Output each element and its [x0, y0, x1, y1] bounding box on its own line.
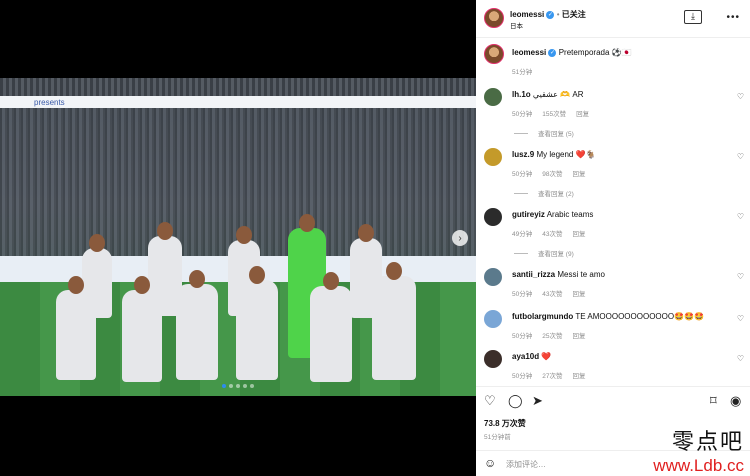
- view-replies-button[interactable]: 查看回复 (5): [538, 128, 574, 138]
- verified-icon: ✓: [548, 48, 557, 57]
- like-comment-icon[interactable]: ♡: [737, 92, 744, 101]
- comment-time: 50分钟: [512, 333, 533, 340]
- banner-text: presents: [34, 97, 65, 107]
- like-count[interactable]: 73.8 万次赞: [484, 418, 526, 429]
- carousel-indicator: [0, 384, 476, 388]
- verified-icon: ✓: [546, 10, 555, 19]
- commenter-avatar[interactable]: [484, 148, 502, 166]
- comment-likes[interactable]: 43次赞: [542, 231, 562, 238]
- caption-author[interactable]: leomessi: [512, 48, 546, 57]
- carousel-dot: [243, 384, 247, 388]
- more-options-icon[interactable]: •••: [726, 12, 740, 23]
- like-comment-icon[interactable]: ♡: [737, 354, 744, 363]
- commenter-avatar[interactable]: [484, 88, 502, 106]
- comment-username[interactable]: aya10d: [512, 352, 539, 361]
- stadium-crowd: [0, 78, 476, 96]
- comment-likes[interactable]: 43次赞: [542, 291, 562, 298]
- player: [310, 272, 352, 382]
- comment-text: Arabic teams: [546, 210, 594, 219]
- player: [176, 270, 218, 380]
- post-header: leomessi ✓ • 已关注 日本 ⤓ •••: [476, 0, 750, 38]
- view-replies-button[interactable]: 查看回复 (2): [538, 188, 574, 198]
- caption-text: Pretemporada ⚽🇯🇵: [558, 48, 632, 57]
- comment-time: 50分钟: [512, 111, 533, 118]
- comment-username[interactable]: gutireyiz: [512, 210, 545, 219]
- like-comment-icon[interactable]: ♡: [737, 152, 744, 161]
- post-side-panel: leomessi ✓ • 已关注 日本 ⤓ ••• leomessi ✓ Pre…: [476, 0, 750, 476]
- next-image-button[interactable]: ›: [452, 230, 468, 246]
- post-location[interactable]: 日本: [510, 20, 523, 30]
- watermark-title: 零点吧: [671, 430, 744, 455]
- carousel-dot: [250, 384, 254, 388]
- like-comment-icon[interactable]: ♡: [737, 212, 744, 221]
- commenter-avatar[interactable]: [484, 208, 502, 226]
- post-time: 51分钟前: [484, 434, 511, 441]
- reply-button[interactable]: 回复: [572, 291, 585, 298]
- comment-likes[interactable]: 25次赞: [542, 333, 562, 340]
- commenter-avatar[interactable]: [484, 268, 502, 286]
- carousel-dot: [222, 384, 226, 388]
- watermark-url: www.Ldb.cc: [653, 456, 744, 475]
- player: [372, 262, 416, 380]
- comment-text: ❤️: [541, 352, 552, 361]
- reply-button[interactable]: 回复: [572, 231, 585, 238]
- comment-time: 50分钟: [512, 171, 533, 178]
- carousel-dot: [236, 384, 240, 388]
- profile-badge-icon[interactable]: ◉: [730, 393, 741, 409]
- player: [122, 276, 162, 382]
- comment-time: 49分钟: [512, 231, 533, 238]
- bookmark-icon[interactable]: ⌑: [710, 393, 717, 409]
- comment-text: Messi te amo: [557, 270, 605, 279]
- comment-time: 50分钟: [512, 373, 533, 380]
- follow-status-button[interactable]: 已关注: [562, 10, 586, 19]
- stadium-banner: presents: [0, 96, 476, 108]
- comment-text: TE AMOOOOOOOOOOOO🤩🤩🤩: [575, 312, 704, 321]
- comment-likes[interactable]: 27次赞: [542, 373, 562, 380]
- emoji-icon[interactable]: ☺: [484, 456, 496, 470]
- comment-text: عشقيي 🫶 AR: [532, 90, 584, 99]
- comment-username[interactable]: lh.1o: [512, 90, 531, 99]
- commenter-avatar[interactable]: [484, 350, 502, 368]
- author-username[interactable]: leomessi: [510, 10, 544, 19]
- comment-username[interactable]: futbolargmundo: [512, 312, 573, 321]
- commenter-avatar[interactable]: [484, 310, 502, 328]
- share-icon[interactable]: ➤: [532, 393, 543, 409]
- post-media: presents ›: [0, 0, 476, 476]
- comment-text: My legend ❤️🐐: [536, 150, 596, 159]
- site-watermark: 零点吧 www.Ldb.cc: [653, 424, 744, 476]
- instagram-post-view: presents › leomessi ✓ • 已关注 日本 ⤓ ••• leo…: [0, 0, 750, 476]
- player: [56, 276, 96, 380]
- caption-author-avatar[interactable]: [484, 44, 504, 64]
- reply-button[interactable]: 回复: [572, 373, 585, 380]
- player: [236, 266, 278, 380]
- comment-time: 50分钟: [512, 291, 533, 298]
- caption: leomessi ✓ Pretemporada ⚽🇯🇵: [512, 48, 632, 57]
- carousel-dot: [229, 384, 233, 388]
- team-photo[interactable]: presents ›: [0, 78, 476, 396]
- view-replies-button[interactable]: 查看回复 (9): [538, 248, 574, 258]
- comment-likes[interactable]: 155次赞: [542, 111, 566, 118]
- comment-username[interactable]: lusz.9: [512, 150, 534, 159]
- like-comment-icon[interactable]: ♡: [737, 314, 744, 323]
- action-bar: ♡ ◯ ➤ ⌑ ◉: [476, 386, 750, 412]
- comment-username[interactable]: santii_rizza: [512, 270, 555, 279]
- comment-icon[interactable]: ◯: [508, 393, 523, 409]
- author-avatar[interactable]: [484, 8, 504, 28]
- comment-likes[interactable]: 98次赞: [542, 171, 562, 178]
- add-comment-input[interactable]: 添加评论…: [506, 459, 546, 470]
- reply-button[interactable]: 回复: [576, 111, 589, 118]
- heart-icon[interactable]: ♡: [484, 393, 496, 409]
- like-comment-icon[interactable]: ♡: [737, 272, 744, 281]
- reply-button[interactable]: 回复: [572, 333, 585, 340]
- reply-button[interactable]: 回复: [572, 171, 585, 178]
- download-icon[interactable]: ⤓: [684, 10, 702, 24]
- caption-time: 51分钟: [512, 69, 533, 76]
